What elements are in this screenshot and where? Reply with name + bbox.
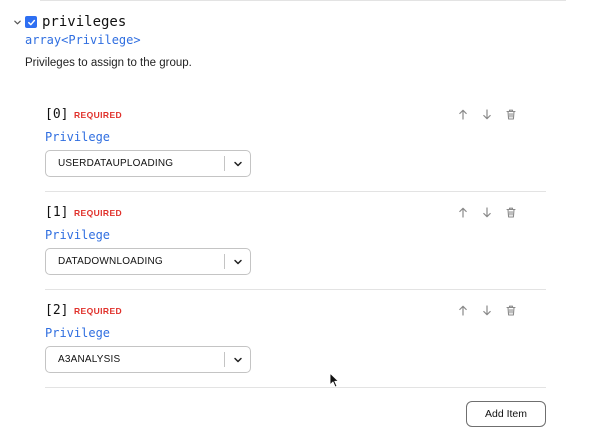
chevron-down-icon[interactable] <box>232 354 244 366</box>
trash-icon[interactable] <box>505 304 517 316</box>
property-description: Privileges to assign to the group. <box>25 57 192 69</box>
select-separator <box>224 254 225 269</box>
select-value: USERDATAUPLOADING <box>58 158 174 169</box>
privilege-select[interactable]: USERDATAUPLOADING <box>45 150 251 177</box>
array-item-0: [0] REQUIRED Privilege USERDATAUPLOADING <box>45 94 546 192</box>
chevron-down-icon[interactable] <box>232 256 244 268</box>
arrow-up-icon[interactable] <box>457 206 469 218</box>
privilege-select[interactable]: DATADOWNLOADING <box>45 248 251 275</box>
item-type: Privilege <box>45 326 111 340</box>
chevron-down-icon[interactable] <box>232 158 244 170</box>
required-badge: REQUIRED <box>74 110 123 120</box>
arrow-up-icon[interactable] <box>457 304 469 316</box>
trash-icon[interactable] <box>505 108 517 120</box>
arrow-up-icon[interactable] <box>457 108 469 120</box>
check-icon <box>27 19 35 25</box>
select-separator <box>224 156 225 171</box>
arrow-down-icon[interactable] <box>481 206 493 218</box>
property-name: privileges <box>42 14 127 30</box>
add-item-button[interactable]: Add Item <box>466 401 546 427</box>
top-divider <box>40 0 566 1</box>
property-checkbox[interactable] <box>25 16 37 28</box>
array-item-1: [1] REQUIRED Privilege DATADOWNLOADING <box>45 192 546 290</box>
item-type: Privilege <box>45 228 111 242</box>
required-badge: REQUIRED <box>74 208 123 218</box>
property-type: array<Privilege> <box>25 33 141 47</box>
mouse-cursor <box>329 372 339 388</box>
item-type: Privilege <box>45 130 111 144</box>
item-index: [0] <box>45 107 69 122</box>
item-index: [1] <box>45 205 69 220</box>
array-item-2: [2] REQUIRED Privilege A3ANALYSIS <box>45 290 546 388</box>
item-index: [2] <box>45 303 69 318</box>
required-badge: REQUIRED <box>74 306 123 316</box>
arrow-down-icon[interactable] <box>481 108 493 120</box>
trash-icon[interactable] <box>505 206 517 218</box>
property-header: privileges <box>11 13 126 31</box>
select-separator <box>224 352 225 367</box>
item-divider <box>45 387 546 388</box>
arrow-down-icon[interactable] <box>481 304 493 316</box>
select-value: DATADOWNLOADING <box>58 256 163 267</box>
chevron-down-icon[interactable] <box>11 16 23 28</box>
select-value: A3ANALYSIS <box>58 354 121 365</box>
privilege-select[interactable]: A3ANALYSIS <box>45 346 251 373</box>
